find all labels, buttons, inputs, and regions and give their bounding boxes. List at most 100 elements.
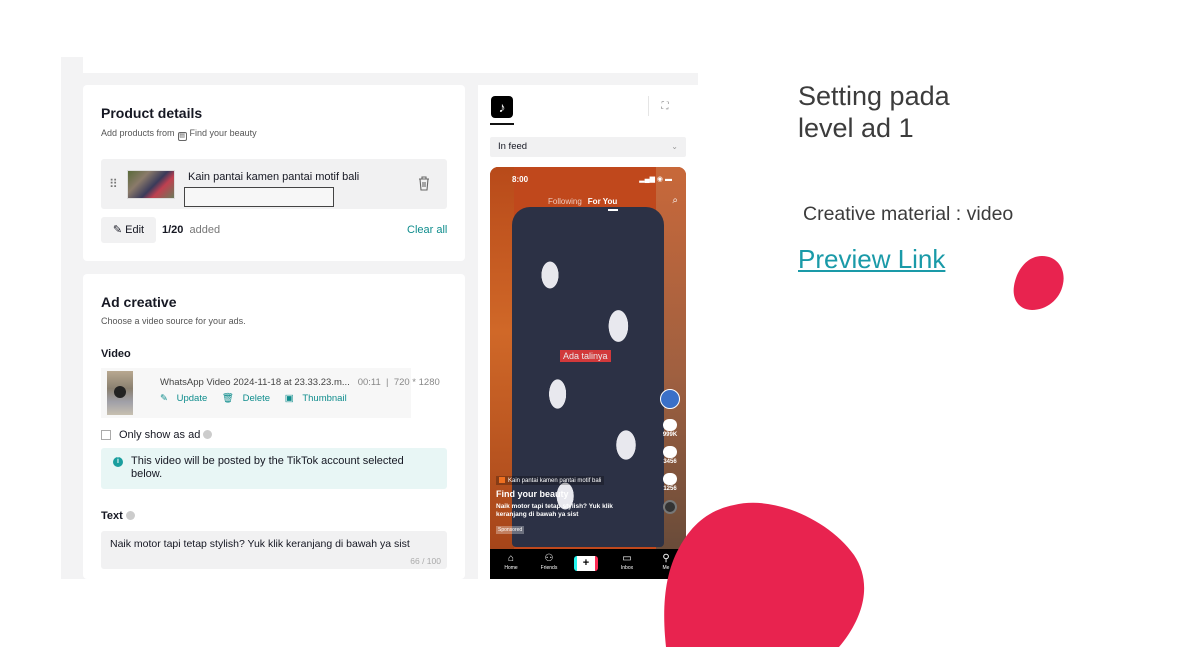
home-icon: ⌂ xyxy=(507,553,515,564)
info-icon[interactable] xyxy=(203,430,213,439)
placement-value: In feed xyxy=(498,141,528,152)
ad-text-input[interactable]: Naik motor tapi tetap stylish? Yuk klik … xyxy=(101,531,447,569)
inbox-icon: ▭ xyxy=(622,553,632,564)
video-duration: 00:11 xyxy=(357,377,381,388)
thumbnail-link[interactable]: ▣ Thumbnail xyxy=(285,393,353,404)
pencil-icon: ✎ xyxy=(160,393,171,404)
only-show-as-ad-checkbox[interactable] xyxy=(101,430,111,440)
product-tag-text: Kain pantai kamen pantai motif bali xyxy=(508,478,602,484)
trash-icon[interactable] xyxy=(417,175,431,191)
nav-friends-label: Friends xyxy=(540,565,558,571)
count-suffix: added xyxy=(189,224,221,236)
drag-handle-icon[interactable]: ⠿ xyxy=(109,177,118,191)
text-label: Text xyxy=(101,510,135,522)
notice-banner: i This video will be posted by the TikTo… xyxy=(101,448,447,489)
count-value: 1/20 xyxy=(162,224,184,236)
ad-creative-subtitle: Choose a video source for your ads. xyxy=(101,316,246,326)
cart-icon xyxy=(499,477,505,483)
delete-link[interactable]: 🗑︎ Delete xyxy=(222,393,276,404)
tab-following[interactable]: Following xyxy=(548,197,582,206)
phone-preview: 8:00 ▂▄▆ ◉ ▬ Following For You ⌕ Ada tali… xyxy=(490,167,686,579)
friends-icon: ⚇ xyxy=(544,553,554,564)
creative-material-text: Creative material : video xyxy=(803,203,1014,225)
expand-icon[interactable]: ⛶ xyxy=(656,98,674,116)
nav-home[interactable]: ⌂ Home xyxy=(496,553,526,571)
nav-home-label: Home xyxy=(504,565,518,571)
product-details-title: Product details xyxy=(101,105,203,121)
nav-inbox-label: Inbox xyxy=(620,565,634,571)
product-name: Kain pantai kamen pantai motif bali xyxy=(188,171,360,183)
shop-icon: ▤ xyxy=(177,132,187,141)
likes-count: 999K xyxy=(662,432,678,438)
divider xyxy=(648,96,649,116)
ad-creative-title: Ad creative xyxy=(101,294,177,310)
product-count: 1/20 added xyxy=(162,224,220,236)
video-label: Video xyxy=(101,348,131,360)
phone-time: 8:00 xyxy=(512,175,529,184)
product-highlight-box xyxy=(184,187,334,207)
nav-friends[interactable]: ⚇ Friends xyxy=(534,553,564,571)
delete-label: Delete xyxy=(242,393,271,404)
text-label-text: Text xyxy=(101,510,123,522)
create-button[interactable]: + xyxy=(574,556,598,571)
ads-manager-screenshot: Product details Add products from ▤ Find y… xyxy=(61,57,698,579)
tab-for-you[interactable]: For You xyxy=(588,197,617,206)
slide: Product details Add products from ▤ Find y… xyxy=(0,0,1179,647)
comments-count: 3456 xyxy=(663,459,677,465)
image-icon: ▣ xyxy=(284,393,297,404)
thumbnail-label: Thumbnail xyxy=(302,393,347,404)
product-details-subtitle: Add products from ▤ Find your beauty xyxy=(101,128,257,141)
video-resolution: 720 * 1280 xyxy=(393,377,440,388)
comment-icon[interactable] xyxy=(663,446,677,458)
edit-button[interactable]: ✎ Edit xyxy=(101,217,156,243)
edit-icon: ✎ xyxy=(112,224,126,236)
update-link[interactable]: ✎ Update xyxy=(160,393,213,404)
chevron-down-icon: ⌄ xyxy=(671,142,678,151)
ad-text-value: Naik motor tapi tetap stylish? Yuk klik … xyxy=(110,538,410,550)
only-show-as-ad-text: Only show as ad xyxy=(119,429,201,441)
play-icon[interactable] xyxy=(114,386,126,398)
search-icon[interactable]: ⌕ xyxy=(672,195,678,206)
slide-title-line2: level ad 1 xyxy=(798,113,914,143)
sponsored-badge: Sponsored xyxy=(496,526,525,534)
previous-card xyxy=(83,57,698,73)
product-details-card: Product details Add products from ▤ Find y… xyxy=(83,85,465,261)
large-red-blob xyxy=(664,502,865,647)
ad-text-count: 66 / 100 xyxy=(410,556,441,566)
slide-title-line1: Setting pada xyxy=(798,81,950,111)
subtitle-prefix: Add products from xyxy=(101,128,175,138)
signal-wifi-battery-icon: ▂▄▆ ◉ ▬ xyxy=(639,176,672,183)
info-circle-icon: i xyxy=(113,457,123,467)
video-caption: Naik motor tapi tetap stylish? Yuk klik … xyxy=(496,503,613,518)
small-red-blob xyxy=(1013,256,1064,310)
product-image xyxy=(127,170,175,199)
for-you-underline xyxy=(608,209,618,211)
product-row: ⠿ Kain pantai kamen pantai motif bali xyxy=(101,159,447,209)
info-icon[interactable] xyxy=(125,511,135,520)
tiktok-logo[interactable]: ♪ xyxy=(491,96,513,118)
only-show-as-ad-label: Only show as ad xyxy=(119,429,213,441)
shares-count: 1256 xyxy=(663,486,677,492)
bottom-nav: ⌂ Home ⚇ Friends + ▭ Inbox ⚲ Me xyxy=(490,549,686,579)
clear-all-link[interactable]: Clear all xyxy=(407,224,447,236)
slide-title: Setting pada level ad 1 xyxy=(798,80,950,144)
heart-icon[interactable] xyxy=(663,419,677,431)
notice-text: This video will be posted by the TikTok … xyxy=(131,455,404,480)
nav-inbox[interactable]: ▭ Inbox xyxy=(612,553,642,571)
trash-small-icon: 🗑︎ xyxy=(221,393,234,404)
video-info: WhatsApp Video 2024-11-18 at 23.33.23.m.… xyxy=(160,377,440,388)
preview-link[interactable]: Preview Link xyxy=(798,244,945,275)
video-actions: ✎ Update 🗑︎ Delete ▣ Thumbnail xyxy=(160,393,359,404)
side-action-bar: 999K 3456 1256 xyxy=(658,389,682,514)
placement-select[interactable]: In feed ⌄ xyxy=(490,137,686,157)
feed-tabs: Following For You xyxy=(548,197,617,206)
video-overlay-text: Ada talinya xyxy=(560,350,611,362)
share-icon[interactable] xyxy=(663,473,677,485)
product-tag[interactable]: Kain pantai kamen pantai motif bali xyxy=(496,476,605,485)
video-name: WhatsApp Video 2024-11-18 at 23.33.23.m.… xyxy=(160,377,350,388)
avatar[interactable] xyxy=(660,389,680,409)
author-name[interactable]: Find your beauty xyxy=(496,489,569,499)
edit-label: Edit xyxy=(125,224,145,236)
shop-name: Find your beauty xyxy=(189,128,257,138)
tab-underline xyxy=(490,123,514,125)
